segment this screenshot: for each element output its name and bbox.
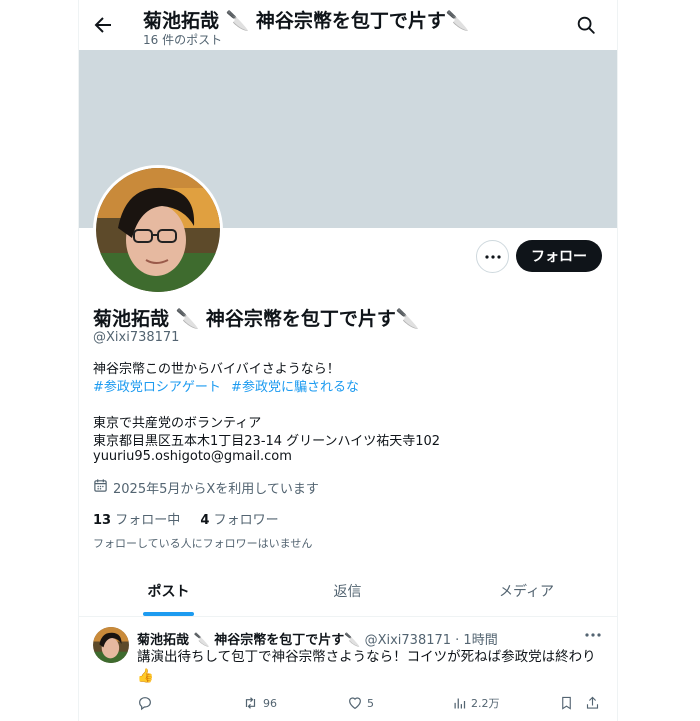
tab-media[interactable]: メディア xyxy=(437,566,616,616)
tab-posts[interactable]: ポスト xyxy=(79,566,258,616)
more-icon xyxy=(484,254,501,259)
like-button[interactable]: 5 xyxy=(347,694,374,712)
bio-hashtags: #参政党ロシアゲート #参政党に騙されるな xyxy=(93,376,359,395)
hashtag-link[interactable]: #参政党に騙されるな xyxy=(231,380,359,395)
post-author-handle[interactable]: @Xixi738171 xyxy=(365,633,451,648)
bookmark-icon xyxy=(562,696,571,710)
profile-tabs: ポスト 返信 メディア xyxy=(79,566,617,617)
following-link[interactable]: 13 フォロー中 xyxy=(93,513,180,528)
profile-name: 菊池拓哉 🔪 神谷宗幣を包丁で片す🔪 xyxy=(93,308,420,330)
following-label: フォロー中 xyxy=(115,513,181,528)
bio-line: 神谷宗幣この世からバイバイさようなら！ xyxy=(93,362,340,377)
avatar[interactable] xyxy=(93,165,223,295)
following-count: 13 xyxy=(93,513,112,528)
bio-line: 東京で共産党のボランティア xyxy=(93,416,262,431)
active-tab-indicator xyxy=(143,612,194,616)
post-author-name[interactable]: 菊池拓哉 🔪 神谷宗幣を包丁で片す🔪 xyxy=(137,633,360,648)
post-time[interactable]: · 1時間 xyxy=(455,633,498,648)
joined-text: 2025年5月からXを利用しています xyxy=(113,482,319,497)
bio-line: 東京都目黒区五本木1丁目23-14 グリーンハイツ祐天寺102 xyxy=(93,434,441,449)
views-count: 2.2万 xyxy=(471,697,500,710)
follow-button[interactable]: フォロー xyxy=(516,240,602,272)
back-arrow-icon[interactable] xyxy=(91,13,115,37)
post-more-icon[interactable] xyxy=(583,626,603,644)
hashtag-link[interactable]: #参政党ロシアゲート xyxy=(93,380,221,395)
mutual-followers-text: フォローしている人にフォロワーはいません xyxy=(93,537,313,550)
like-count: 5 xyxy=(367,696,374,710)
bio-line: yuuriu95.oshigoto@gmail.com xyxy=(93,449,292,464)
bookmark-button[interactable] xyxy=(559,694,574,712)
top-bar: 菊池拓哉 🔪 神谷宗幣を包丁で片す🔪 16 件のポスト xyxy=(79,0,617,50)
search-icon[interactable] xyxy=(575,14,597,36)
tab-replies[interactable]: 返信 xyxy=(258,566,437,616)
repost-button[interactable]: 96 xyxy=(242,694,277,712)
views-icon xyxy=(454,698,466,708)
profile-column: 菊池拓哉 🔪 神谷宗幣を包丁で片す🔪 16 件のポスト フォロー 菊池拓哉 🔪 … xyxy=(78,0,618,721)
followers-link[interactable]: 4 フォロワー xyxy=(200,513,278,528)
more-button[interactable] xyxy=(476,240,509,273)
calendar-icon xyxy=(93,478,108,497)
header-name: 菊池拓哉 🔪 神谷宗幣を包丁で片す🔪 xyxy=(143,10,470,32)
post-avatar[interactable] xyxy=(93,627,129,663)
follow-stats: 13 フォロー中 4 フォロワー xyxy=(93,509,279,528)
repost-icon xyxy=(245,697,256,709)
repost-count: 96 xyxy=(263,696,277,710)
profile-handle: @Xixi738171 xyxy=(93,330,180,345)
post-text: 講演出待ちして包丁で神谷宗幣さようなら！コイツが死ねば参政党は終わり👍 xyxy=(137,649,596,684)
followers-count: 4 xyxy=(200,513,210,528)
like-icon xyxy=(349,697,361,710)
views-button[interactable]: 2.2万 xyxy=(452,694,500,712)
reply-button[interactable] xyxy=(137,694,157,712)
share-button[interactable] xyxy=(585,694,600,712)
post-header: 菊池拓哉 🔪 神谷宗幣を包丁で片す🔪 @Xixi738171 · 1時間 xyxy=(137,629,498,648)
header-post-count: 16 件のポスト xyxy=(143,33,223,47)
joined-date: 2025年5月からXを利用しています xyxy=(93,478,319,497)
share-icon xyxy=(586,696,599,709)
reply-icon xyxy=(139,697,151,711)
followers-label: フォロワー xyxy=(213,513,279,528)
